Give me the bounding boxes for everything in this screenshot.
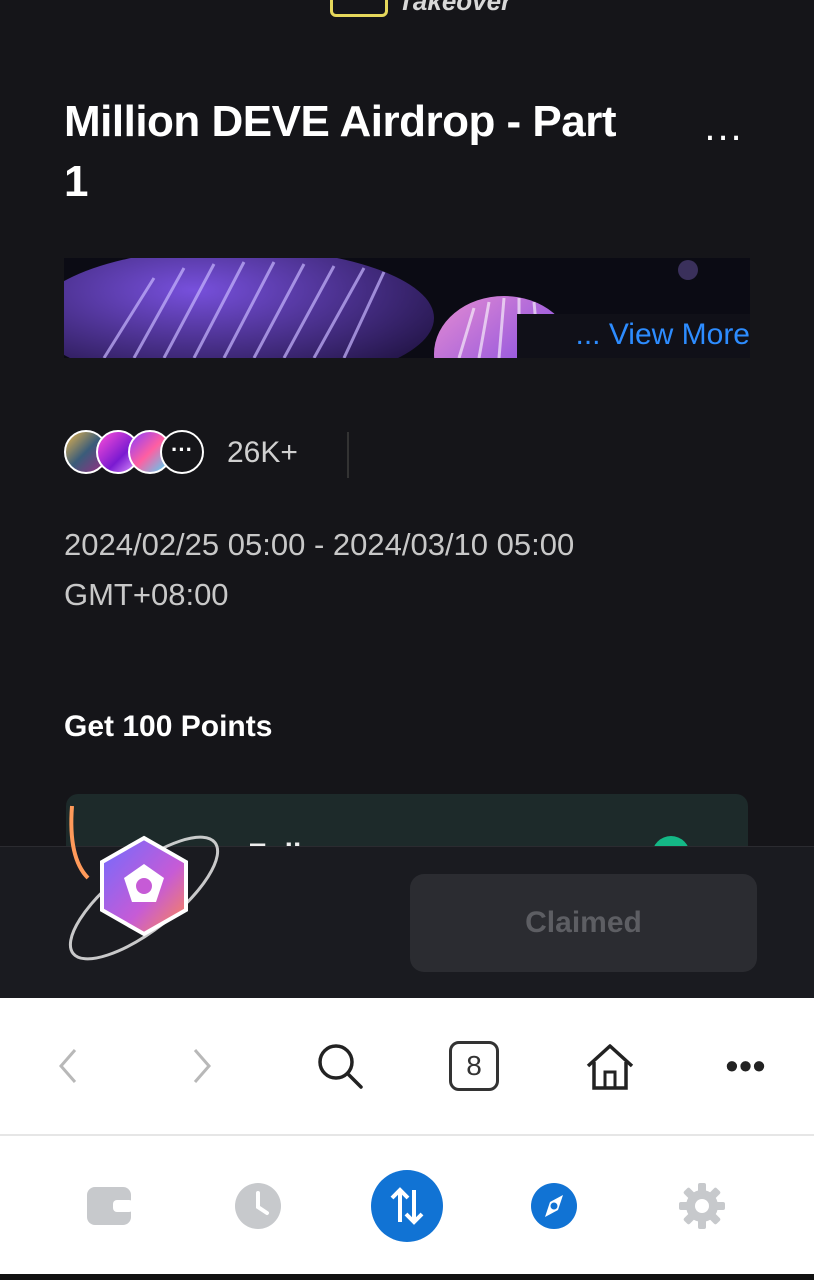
claimed-button[interactable]: Claimed xyxy=(410,874,757,972)
participant-avatars[interactable]: ··· xyxy=(64,430,204,474)
home-indicator xyxy=(0,1274,814,1280)
participant-count: 26K+ xyxy=(227,436,298,469)
nav-settings[interactable] xyxy=(666,1170,738,1242)
date-range-text: 2024/02/25 05:00 - 2024/03/10 05:00 xyxy=(64,527,575,562)
browser-toolbar: 8 ••• xyxy=(0,998,814,1136)
campaign-banner[interactable]: ... View More xyxy=(64,258,750,358)
forward-icon xyxy=(193,1049,211,1083)
more-options-button[interactable]: ... xyxy=(700,107,748,148)
page-title: Million DEVE Airdrop - Part 1 xyxy=(64,97,617,206)
back-button[interactable] xyxy=(40,998,96,1134)
home-icon xyxy=(586,1044,634,1090)
tabs-button[interactable]: 8 xyxy=(442,998,506,1134)
swap-icon-bg xyxy=(371,1170,443,1242)
timezone-text: GMT+08:00 xyxy=(64,577,229,612)
settings-icon xyxy=(679,1183,725,1229)
search-icon xyxy=(318,1044,363,1089)
more-icon[interactable]: ••• xyxy=(714,998,778,1134)
history-icon xyxy=(235,1183,281,1229)
divider xyxy=(347,432,349,478)
back-icon xyxy=(59,1049,77,1083)
home-button[interactable] xyxy=(578,998,642,1134)
takeover-logo: Takeover xyxy=(330,0,511,17)
logo-text: Takeover xyxy=(398,0,512,16)
nav-history[interactable] xyxy=(222,1170,294,1242)
more-avatars-icon: ··· xyxy=(160,430,204,474)
date-range: 2024/02/25 05:00 - 2024/03/10 05:00 GMT+… xyxy=(64,520,574,620)
swap-icon xyxy=(390,1187,424,1225)
nav-discover[interactable] xyxy=(518,1170,590,1242)
forward-button[interactable] xyxy=(174,998,230,1134)
nav-wallet[interactable] xyxy=(74,1170,146,1242)
logo-frame-icon xyxy=(330,0,388,17)
wallet-icon xyxy=(87,1187,133,1225)
nav-swap[interactable] xyxy=(371,1170,443,1242)
section-heading: Get 100 Points xyxy=(64,710,273,743)
search-button[interactable] xyxy=(308,998,372,1134)
view-more-link[interactable]: ... View More xyxy=(517,314,750,358)
campaign-page: Takeover Million DEVE Airdrop - Part 1 .… xyxy=(0,0,814,998)
discover-icon xyxy=(531,1183,577,1229)
tabs-icon: 8 xyxy=(449,1041,499,1091)
mascot-logo-icon xyxy=(68,805,220,961)
